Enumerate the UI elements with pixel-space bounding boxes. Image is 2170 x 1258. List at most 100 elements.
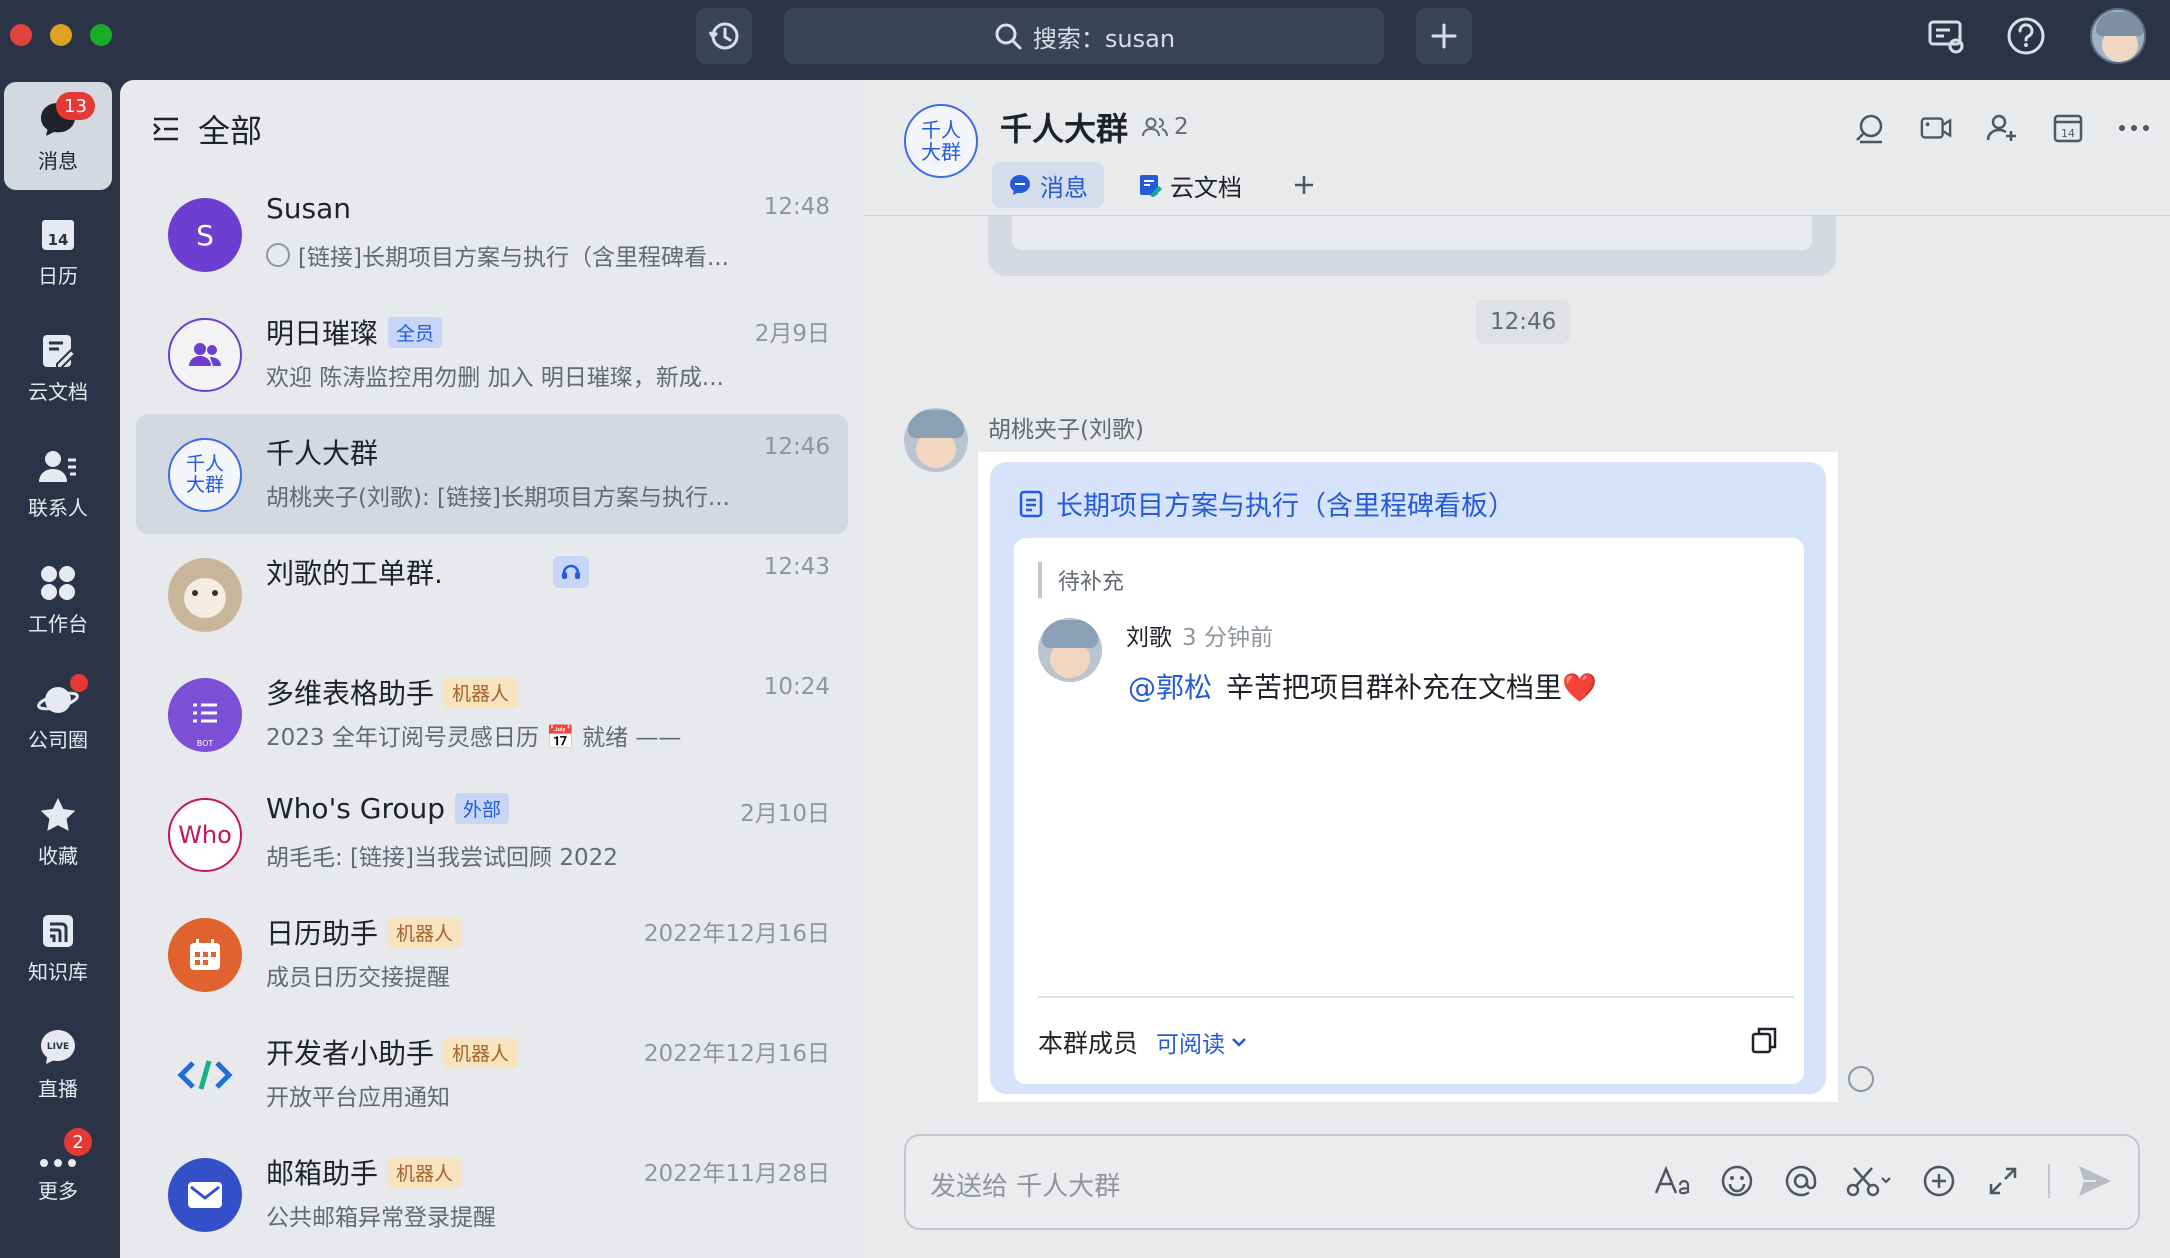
conversation-preview: 开放平台应用通知 xyxy=(266,1085,450,1111)
send-button[interactable] xyxy=(2076,1162,2114,1200)
document-icon xyxy=(1019,490,1043,517)
attach-button[interactable] xyxy=(1920,1162,1958,1200)
search-icon xyxy=(1856,114,1883,144)
conversation-preview: 胡桃夹子(刘歌): [链接]长期项目方案与执行... xyxy=(266,485,730,511)
copy-link-button[interactable] xyxy=(1748,1024,1780,1056)
emoji-button[interactable] xyxy=(1718,1162,1756,1200)
conversation-row[interactable]: 千人大群 千人大群 胡桃夹子(刘歌): [链接]长期项目方案与执行... 12:… xyxy=(136,414,848,534)
video-call-button[interactable] xyxy=(1920,112,1952,144)
conversation-preview: 欢迎 陈涛监控用勿删 加入 明日璀璨，新成... xyxy=(266,365,724,391)
help-button[interactable] xyxy=(1998,8,2054,64)
rail-item-moments[interactable]: 公司圈 xyxy=(4,662,112,770)
conversation-preview: [链接]长期项目方案与执行（含里程碑看... xyxy=(298,245,729,271)
permission-dropdown[interactable]: 可阅读 xyxy=(1156,1025,1247,1059)
more-actions-button[interactable] xyxy=(2118,112,2150,144)
chat-tabs: 消息 云文档 xyxy=(992,162,1332,208)
chat-title: 千人大群 xyxy=(1000,110,1129,148)
conversation-row[interactable]: S Susan [链接]长期项目方案与执行（含里程碑看... 12:48 xyxy=(136,174,848,294)
rail-item-live[interactable]: LIVE 直播 xyxy=(4,1010,112,1118)
history-icon xyxy=(708,22,739,50)
support-ticket-icon xyxy=(552,556,589,588)
search-chat-button[interactable] xyxy=(1854,112,1886,144)
rail-label: 工作台 xyxy=(28,611,88,636)
tab-docs[interactable]: 云文档 xyxy=(1122,162,1258,208)
doc-title-link[interactable]: 长期项目方案与执行（含里程碑看板） xyxy=(1018,484,1515,523)
chevron-down-icon xyxy=(1232,1038,1246,1047)
history-button[interactable] xyxy=(696,8,752,64)
rail-label: 消息 xyxy=(38,148,78,173)
user-avatar[interactable] xyxy=(2090,8,2146,64)
screen-share-button[interactable] xyxy=(1918,8,1974,64)
svg-text:14: 14 xyxy=(48,231,69,249)
screenshot-button[interactable] xyxy=(1846,1162,1894,1200)
avatar xyxy=(168,1158,242,1232)
collapse-list-icon[interactable] xyxy=(150,113,182,145)
conversation-row[interactable]: 日历助手 机器人 成员日历交接提醒 2022年12月16日 xyxy=(136,894,848,1014)
conversation-list: 全部 S Susan [链接]长期项目方案与执行（含里程碑看... 12:48 … xyxy=(120,80,864,1258)
members-icon xyxy=(1142,117,1169,137)
rail-item-more[interactable]: 2 更多 xyxy=(4,1126,112,1234)
conversation-time: 12:48 xyxy=(763,194,830,220)
conversation-name: 邮箱助手 xyxy=(266,1157,379,1190)
read-status-icon[interactable] xyxy=(1848,1066,1874,1092)
doc-link-card[interactable]: 长期项目方案与执行（含里程碑看板） 待补充 刘歌 3 分钟前 @郭松 辛苦把项目… xyxy=(990,462,1826,1094)
expand-composer-button[interactable] xyxy=(1984,1162,2022,1200)
add-member-button[interactable] xyxy=(1986,112,2018,144)
conversation-row[interactable]: 开发者小助手 机器人 开放平台应用通知 2022年12月16日 xyxy=(136,1014,848,1134)
sender-avatar[interactable] xyxy=(904,408,968,472)
conversation-preview: 2023 全年订阅号灵感日历 📅 就绪 —— xyxy=(266,725,682,751)
conversation-time: 2022年11月28日 xyxy=(643,1161,830,1187)
workplace-icon xyxy=(41,565,75,600)
conversation-row[interactable]: Who Who's Group 外部 胡毛毛: [链接]当我尝试回顾 2022 2… xyxy=(136,774,848,894)
rail-item-wiki[interactable]: 知识库 xyxy=(4,894,112,1002)
conversation-time: 2022年12月16日 xyxy=(643,921,830,947)
member-count[interactable]: 2 xyxy=(1142,114,1189,140)
rail-item-messages[interactable]: 13 消息 xyxy=(4,82,112,190)
calendar-icon: 14 xyxy=(42,219,74,250)
message-composer[interactable]: 发送给 千人大群 xyxy=(904,1134,2140,1230)
avatar xyxy=(168,918,242,992)
close-window-button[interactable] xyxy=(10,24,32,46)
conversation-row[interactable]: BOT 多维表格助手 机器人 2023 全年订阅号灵感日历 📅 就绪 —— 10:… xyxy=(136,654,848,774)
rail-item-workplace[interactable]: 工作台 xyxy=(4,546,112,654)
add-user-icon xyxy=(1986,114,2016,141)
mail-icon xyxy=(188,1182,222,1208)
group-avatar[interactable]: 千人大群 xyxy=(904,104,978,178)
tab-messages[interactable]: 消息 xyxy=(992,162,1104,208)
comment-avatar[interactable] xyxy=(1038,618,1102,682)
conversation-tag: 外部 xyxy=(455,793,510,824)
create-button[interactable] xyxy=(1416,8,1472,64)
comment-time: 3 分钟前 xyxy=(1182,625,1273,651)
wiki-icon xyxy=(43,914,73,947)
nav-rail: 13 消息 14 日历 云文档 联系人 工作台 公司圈 收藏 知识库 LIVE … xyxy=(0,80,120,1258)
more-icon xyxy=(40,1158,76,1167)
format-button[interactable] xyxy=(1654,1162,1692,1200)
rail-label: 更多 xyxy=(38,1178,78,1203)
minimize-window-button[interactable] xyxy=(50,24,72,46)
global-search[interactable]: 搜索：susan xyxy=(784,8,1384,64)
send-icon xyxy=(2079,1166,2111,1196)
conversation-name: 多维表格助手 xyxy=(266,677,435,710)
rail-item-contacts[interactable]: 联系人 xyxy=(4,430,112,538)
calendar-icon xyxy=(190,939,220,970)
rail-item-docs[interactable]: 云文档 xyxy=(4,314,112,422)
card-divider xyxy=(1038,996,1794,998)
conversation-row[interactable]: 刘歌的工单群. 12:43 xyxy=(136,534,848,654)
zoom-window-button[interactable] xyxy=(90,24,112,46)
rail-item-favorites[interactable]: 收藏 xyxy=(4,778,112,886)
calendar-button[interactable]: 14 xyxy=(2052,112,2084,144)
conversation-row[interactable]: 邮箱助手 机器人 公共邮箱异常登录提醒 2022年11月28日 xyxy=(136,1134,848,1254)
conversation-preview: 成员日历交接提醒 xyxy=(266,965,450,991)
at-icon xyxy=(1785,1165,1817,1197)
rail-item-calendar[interactable]: 14 日历 xyxy=(4,198,112,306)
emoji-icon xyxy=(1721,1165,1753,1197)
mention-link[interactable]: @郭松 xyxy=(1128,666,1212,706)
conversation-row[interactable]: 明日璀璨 全员 欢迎 陈涛监控用勿删 加入 明日璀璨，新成... 2月9日 xyxy=(136,294,848,414)
mention-button[interactable] xyxy=(1782,1162,1820,1200)
table-bot-icon xyxy=(193,703,217,723)
avatar: 千人大群 xyxy=(168,438,242,512)
plus-circle-icon xyxy=(1923,1165,1955,1197)
add-tab-button[interactable] xyxy=(1276,162,1332,208)
live-icon: LIVE xyxy=(41,1029,75,1064)
plus-icon xyxy=(1431,23,1457,49)
